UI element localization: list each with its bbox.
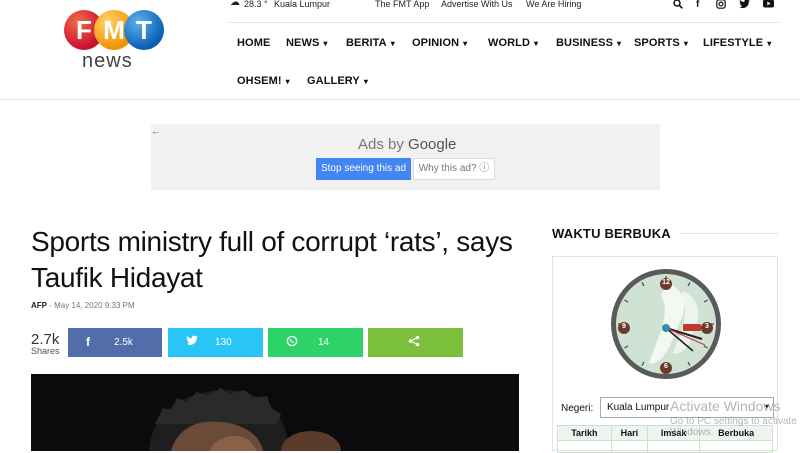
sidebar-heading: WAKTU BERBUKA bbox=[552, 226, 671, 241]
clock-number-12: 12 bbox=[662, 279, 670, 286]
nav-opinion[interactable]: OPINION ▾ bbox=[412, 37, 467, 49]
facebook-icon[interactable]: f bbox=[696, 0, 699, 10]
article-title: Sports ministry full of corrupt ‘rats’, … bbox=[31, 226, 513, 293]
negeri-value: Kuala Lumpur bbox=[607, 402, 670, 413]
article-photo bbox=[31, 374, 519, 451]
negeri-label: Negeri: bbox=[561, 403, 594, 414]
nav-sports[interactable]: SPORTS ▾ bbox=[634, 37, 688, 49]
col-hari: Hari bbox=[610, 425, 649, 441]
chevron-down-icon: ▾ bbox=[683, 39, 688, 48]
google-ad-banner: ← Ads by Google Stop seeing this ad Why … bbox=[151, 124, 660, 190]
chevron-down-icon: ▾ bbox=[363, 77, 368, 86]
nav-business[interactable]: BUSINESS ▾ bbox=[556, 37, 621, 49]
youtube-icon[interactable] bbox=[763, 0, 774, 11]
instagram-icon[interactable] bbox=[716, 0, 726, 12]
stop-seeing-ad-button[interactable]: Stop seeing this ad bbox=[316, 158, 411, 180]
facebook-count: 2.5k bbox=[114, 337, 133, 348]
twitter-icon bbox=[186, 335, 198, 349]
chevron-down-icon: ▾ bbox=[767, 39, 772, 48]
nav-home[interactable]: HOME bbox=[237, 37, 270, 49]
advertise-link[interactable]: Advertise With Us bbox=[441, 0, 513, 9]
ads-by-google: Ads by Google bbox=[358, 136, 457, 153]
activate-windows-title: Activate Windows bbox=[670, 398, 781, 414]
main-nav: HOME NEWS ▾ BERITA ▾ OPINION ▾ WORLD ▾ BUSIN… bbox=[228, 22, 780, 87]
temperature: 28.3 ° bbox=[244, 0, 268, 9]
nav-gallery[interactable]: GALLERY ▾ bbox=[307, 75, 368, 87]
article-meta: AFP - May 14, 2020 9:33 PM bbox=[31, 301, 135, 310]
clock-face: 12 3 6 9 bbox=[609, 267, 723, 381]
fmt-logo[interactable]: F M T news bbox=[62, 10, 168, 72]
nav-berita[interactable]: BERITA ▾ bbox=[346, 37, 395, 49]
logo-letter-t: T bbox=[124, 10, 164, 50]
twitter-share-button[interactable]: 130 bbox=[168, 328, 263, 357]
nav-news[interactable]: NEWS ▾ bbox=[286, 37, 328, 49]
logo-wordmark: news bbox=[82, 50, 133, 72]
hiring-link[interactable]: We Are Hiring bbox=[526, 0, 581, 9]
why-this-ad-button[interactable]: Why this ad? ⓘ bbox=[413, 158, 495, 180]
nav-ohsem[interactable]: OHSEM! ▾ bbox=[237, 75, 290, 87]
chevron-down-icon: ▾ bbox=[323, 39, 328, 48]
author[interactable]: AFP bbox=[31, 301, 47, 310]
share-count-label: Shares bbox=[31, 346, 60, 356]
publish-date: May 14, 2020 9:33 PM bbox=[54, 301, 135, 310]
search-icon[interactable] bbox=[673, 0, 683, 12]
site-header: F M T news ☁ 28.3 ° Kuala Lumpur The FMT… bbox=[0, 0, 800, 100]
chevron-down-icon: ▾ bbox=[285, 77, 290, 86]
twitter-icon[interactable] bbox=[739, 0, 750, 12]
fmt-app-link[interactable]: The FMT App bbox=[375, 0, 429, 9]
col-tarikh: Tarikh bbox=[557, 425, 612, 441]
heading-rule bbox=[680, 233, 778, 234]
activate-windows-subtitle: Go to PC settings to activate Windows. bbox=[670, 416, 797, 438]
whatsapp-share-button[interactable]: 14 bbox=[268, 328, 363, 357]
nav-lifestyle[interactable]: LIFESTYLE ▾ bbox=[703, 37, 771, 49]
whatsapp-icon bbox=[286, 335, 298, 350]
back-arrow-icon[interactable]: ← bbox=[151, 126, 160, 136]
nav-world[interactable]: WORLD ▾ bbox=[488, 37, 538, 49]
clock-number-6: 6 bbox=[664, 363, 668, 370]
top-bar: ☁ 28.3 ° Kuala Lumpur The FMT App Advert… bbox=[230, 0, 790, 15]
facebook-share-button[interactable]: f 2.5k bbox=[68, 328, 162, 357]
city-name: Kuala Lumpur bbox=[274, 0, 331, 9]
weather-icon: ☁ bbox=[230, 0, 240, 8]
chevron-down-icon: ▾ bbox=[390, 39, 395, 48]
more-share-button[interactable] bbox=[368, 328, 463, 357]
clock-number-3: 3 bbox=[705, 323, 709, 330]
whatsapp-count: 14 bbox=[318, 337, 330, 348]
share-total: 2.7k Shares bbox=[31, 331, 60, 356]
chevron-down-icon: ▾ bbox=[617, 39, 622, 48]
clock-number-9: 9 bbox=[622, 323, 626, 330]
chevron-down-icon: ▾ bbox=[463, 39, 468, 48]
facebook-icon: f bbox=[86, 335, 90, 349]
twitter-count: 130 bbox=[215, 337, 232, 348]
chevron-down-icon: ▾ bbox=[534, 39, 539, 48]
share-icon bbox=[408, 335, 420, 350]
